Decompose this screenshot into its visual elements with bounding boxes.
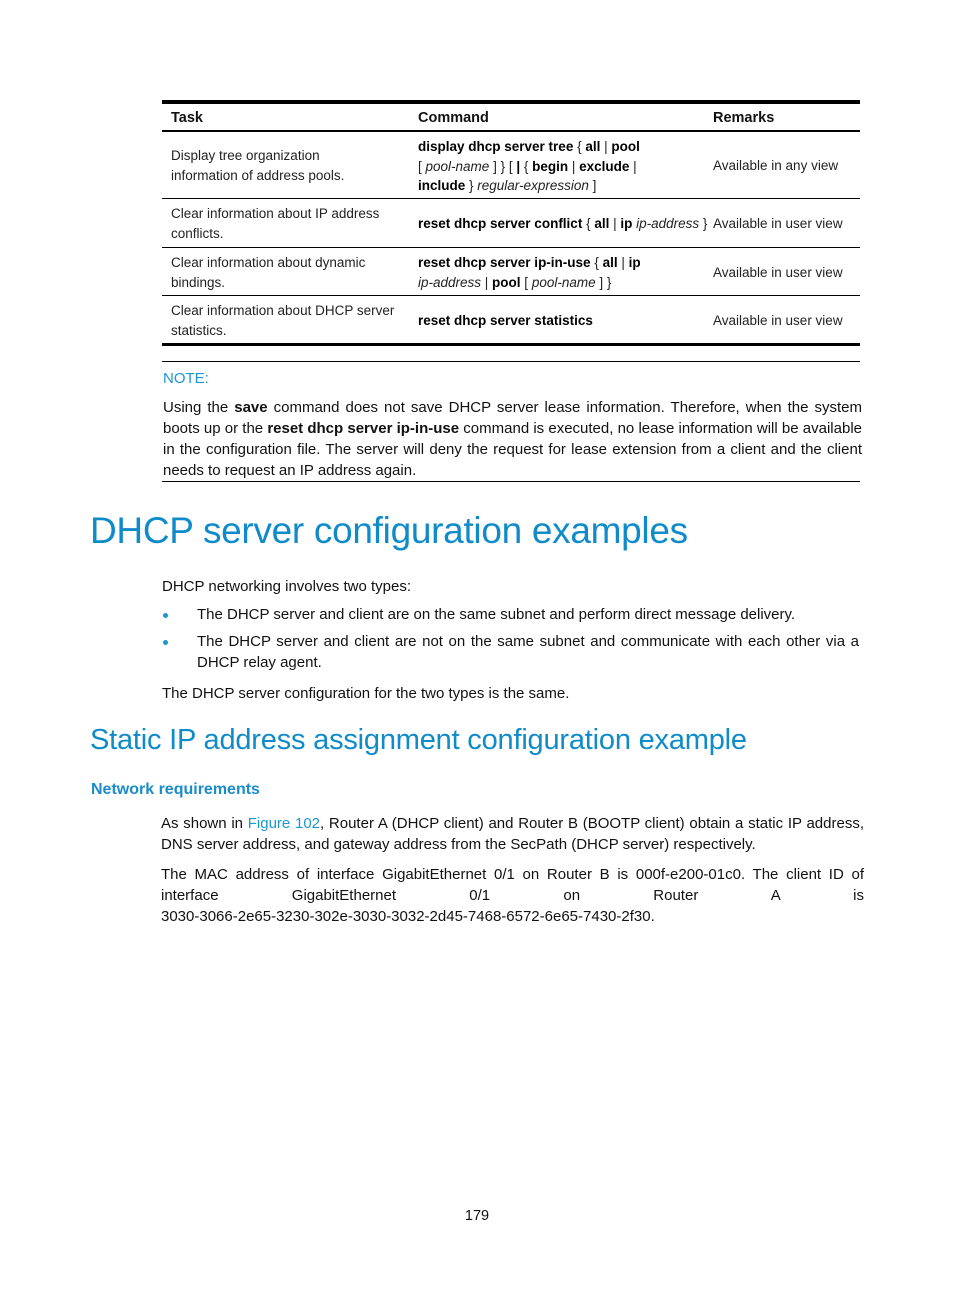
task-line: information of address pools. <box>171 167 345 183</box>
text: [ <box>520 274 532 290</box>
column-header-remarks: Remarks <box>713 110 775 126</box>
text: { <box>520 158 533 174</box>
text: } <box>465 178 478 193</box>
argument: pool-name <box>425 158 490 174</box>
remarks-cell: Available in any view <box>713 158 839 173</box>
requirements-paragraph-2-line-3: 3030-3066-2e65-3230-302e-3030-3032-2d45-… <box>161 908 655 925</box>
command-cell: reset dhcp server statistics <box>418 311 708 331</box>
table-row: Clear information about IP address confl… <box>162 199 860 248</box>
task-cell: Clear information about DHCP server stat… <box>171 301 406 340</box>
text: { <box>590 255 603 270</box>
subsection-heading: Static IP address assignment configurati… <box>90 724 747 756</box>
text: { <box>582 216 595 231</box>
text: | <box>600 139 612 154</box>
keyword: begin <box>532 158 569 174</box>
table-row: Clear information about DHCP server stat… <box>162 296 860 346</box>
column-header-command: Command <box>418 110 489 126</box>
task-cell: Display tree organization information of… <box>171 146 406 185</box>
table-row: Clear information about dynamic bindings… <box>162 248 860 296</box>
keyword: reset dhcp server conflict <box>418 216 583 231</box>
keyword: all <box>585 139 601 154</box>
task-line: statistics. <box>171 322 227 338</box>
bullet-item: The DHCP server and client are not on th… <box>197 633 859 671</box>
task-line: conflicts. <box>171 225 224 241</box>
bullet-icon <box>163 613 168 618</box>
text: } <box>699 216 708 231</box>
command-cell: reset dhcp server ip-in-use { all | ip ip… <box>418 253 708 292</box>
bullet-item: The DHCP server and client are on the sa… <box>197 606 796 623</box>
command-cell: reset dhcp server conflict { all | ip ip… <box>418 214 708 234</box>
text: ] <box>588 178 597 193</box>
task-cell: Clear information about dynamic bindings… <box>171 253 406 292</box>
section-outro: The DHCP server configuration for the tw… <box>162 685 570 702</box>
note-body: Using the save command does not save DHC… <box>163 397 862 481</box>
keyword: reset dhcp server statistics <box>418 313 593 328</box>
text: ] } <box>595 274 612 290</box>
task-line: Clear information about IP address <box>171 206 380 221</box>
command-line: reset dhcp server ip-in-use { all | ip <box>418 253 708 273</box>
task-cell: Clear information about IP address confl… <box>171 204 406 243</box>
note-bottom-rule <box>162 481 860 482</box>
command-line: ip-address | pool [ pool-name ] } <box>418 273 708 293</box>
section-heading: DHCP server configuration examples <box>90 510 688 551</box>
task-line: Display tree organization <box>171 148 320 163</box>
task-line: Clear information about dynamic <box>171 255 366 270</box>
column-header-task: Task <box>171 110 203 126</box>
command-cell: display dhcp server tree { all | pool[ p… <box>418 137 708 196</box>
command-line: include } regular-expression ] <box>418 176 708 196</box>
text: | <box>481 274 493 290</box>
remarks-cell: Available in user view <box>713 216 843 231</box>
text: [ <box>418 158 426 174</box>
command-line: [ pool-name ] } [ | { begin | exclude | <box>418 157 708 177</box>
figure-link[interactable]: Figure 102 <box>248 815 320 832</box>
remarks-cell: Available in user view <box>713 265 843 280</box>
argument: regular-expression <box>477 178 589 193</box>
bullet-icon <box>163 640 168 645</box>
requirements-paragraph-1: As shown in Figure 102, Router A (DHCP c… <box>161 813 864 855</box>
text: { <box>573 139 586 154</box>
task-line: bindings. <box>171 274 226 290</box>
text: | <box>609 216 621 231</box>
keyword: exclude <box>579 158 630 174</box>
table-row: Display tree organization information of… <box>162 132 860 199</box>
keyword: reset dhcp server ip-in-use <box>418 255 591 270</box>
keyword: all <box>602 255 618 270</box>
keyword: include <box>418 178 466 193</box>
command-line: reset dhcp server conflict { all | ip ip… <box>418 214 708 234</box>
text: As shown in <box>161 815 248 832</box>
keyword: ip <box>628 255 641 270</box>
keyword: ip <box>620 216 633 231</box>
argument: ip-address <box>418 274 482 290</box>
argument: pool-name <box>531 274 596 290</box>
requirements-paragraph-2-line-2: interface GigabitEthernet 0/1 on Router … <box>161 887 864 904</box>
text: ] } [ <box>489 158 517 174</box>
text: Using the <box>163 399 235 416</box>
remarks-cell: Available in user view <box>713 313 843 328</box>
text: | <box>568 158 580 174</box>
note-label: NOTE: <box>163 370 209 387</box>
text: | <box>617 255 629 270</box>
keyword: display dhcp server tree <box>418 139 574 154</box>
command-line: display dhcp server tree { all | pool <box>418 137 708 157</box>
page-number: 179 <box>464 1208 490 1224</box>
keyword: pool <box>492 274 521 290</box>
keyword: pool <box>611 139 640 154</box>
requirements-paragraph-2-line-1: The MAC address of interface GigabitEthe… <box>161 866 864 883</box>
text: | <box>629 158 637 174</box>
section-intro: DHCP networking involves two types: <box>162 578 411 595</box>
subsubsection-heading: Network requirements <box>91 781 260 798</box>
keyword: reset dhcp server ip-in-use <box>267 420 460 437</box>
keyword: all <box>594 216 610 231</box>
argument: ip-address <box>636 216 700 231</box>
note-top-rule <box>162 361 860 362</box>
table-header-row: Task Command Remarks <box>162 104 860 132</box>
command-line: reset dhcp server statistics <box>418 311 708 331</box>
task-line: Clear information about DHCP server <box>171 303 395 318</box>
keyword: save <box>234 399 268 416</box>
